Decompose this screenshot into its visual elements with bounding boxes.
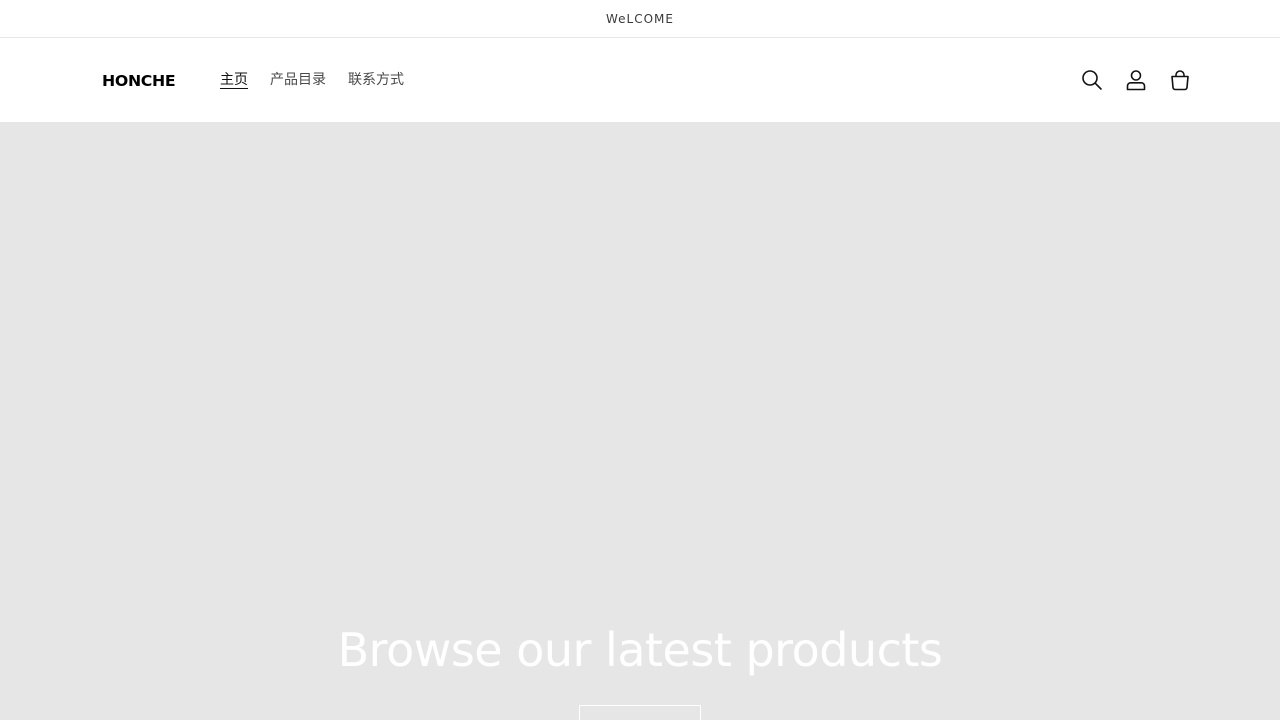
account-icon — [1126, 70, 1146, 91]
announcement-text: WeLCOME — [606, 11, 674, 26]
main-nav: 主页 产品目录 联系方式 — [209, 66, 415, 94]
hero-banner: Browse our latest products — [0, 122, 1280, 720]
nav-item-contact[interactable]: 联系方式 — [337, 66, 415, 94]
announcement-bar: WeLCOME — [0, 0, 1280, 38]
nav-item-home[interactable]: 主页 — [209, 66, 259, 94]
logo: HONCHE — [102, 72, 176, 90]
site-header: HONCHE 主页 产品目录 联系方式 — [0, 38, 1280, 122]
search-button[interactable] — [1070, 58, 1114, 102]
logo-link[interactable]: HONCHE — [102, 70, 176, 92]
hero-cta-button[interactable] — [579, 705, 701, 720]
nav-item-catalog[interactable]: 产品目录 — [259, 66, 337, 94]
account-button[interactable] — [1114, 58, 1158, 102]
cart-button[interactable] — [1158, 58, 1202, 102]
cart-icon — [1171, 70, 1189, 91]
hero-heading: Browse our latest products — [337, 623, 943, 677]
search-icon — [1082, 70, 1102, 90]
header-icons — [1070, 58, 1202, 102]
